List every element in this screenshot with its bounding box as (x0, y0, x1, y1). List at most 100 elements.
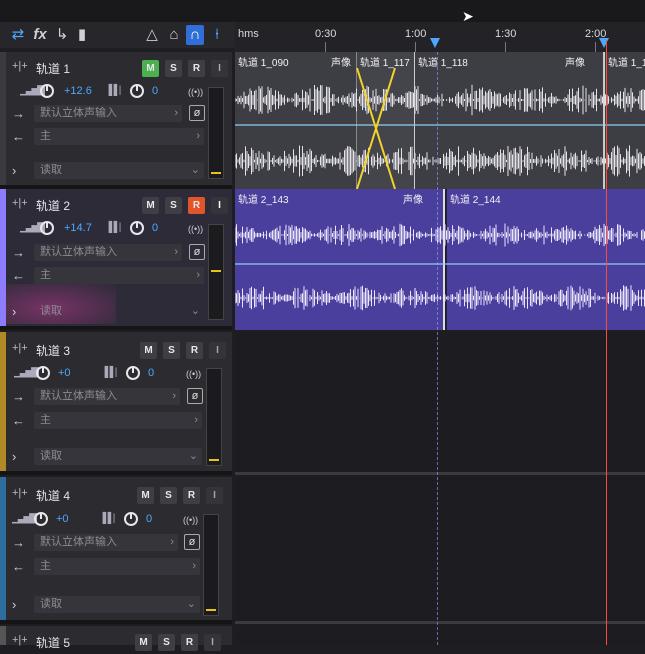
input-select[interactable]: 默认立体声输入 › (34, 244, 182, 261)
phase-invert-icon[interactable]: ø (189, 105, 205, 121)
output-arrow-icon: ← (12, 413, 25, 428)
mute-button[interactable]: M (135, 634, 152, 651)
playhead-line[interactable] (606, 40, 607, 645)
volume-knob[interactable] (40, 221, 54, 235)
track-name[interactable]: 轨道 4 (36, 487, 70, 504)
volume-value[interactable]: +12.6 (64, 85, 92, 97)
level-meter (208, 224, 224, 320)
volume-icon: ▁▃▅▇ (14, 367, 39, 378)
track-lane-5[interactable] (235, 626, 645, 645)
track-header-2[interactable]: +|+ 轨道 2 M S R I ▁▃▅▇ +14.7 |▌▌| 0 ((•))… (0, 189, 232, 330)
output-select[interactable]: 主 › (34, 267, 204, 284)
loop-icon[interactable]: ∩ (186, 25, 204, 45)
mute-button[interactable]: M (142, 197, 159, 214)
automation-select[interactable]: 读取 ⌄ (34, 162, 204, 179)
track-name[interactable]: 轨道 1 (36, 60, 70, 77)
solo-button[interactable]: S (165, 60, 182, 77)
output-select[interactable]: 主 › (34, 558, 200, 575)
expand-chevron-icon[interactable]: › (12, 448, 16, 465)
track-name[interactable]: 轨道 3 (36, 342, 70, 359)
expand-chevron-icon[interactable]: › (12, 303, 16, 320)
solo-button[interactable]: S (158, 634, 175, 651)
output-select[interactable]: 主 › (34, 128, 204, 145)
pan-knob[interactable] (130, 221, 144, 235)
phase-invert-icon[interactable]: ø (184, 534, 200, 550)
input-monitor-button[interactable]: I (204, 634, 221, 651)
expand-chevron-icon[interactable]: › (12, 162, 16, 179)
output-select[interactable]: 主 › (34, 412, 202, 429)
track-name[interactable]: 轨道 5 (36, 634, 70, 651)
swap-icon[interactable]: ⇄ (8, 22, 28, 48)
track-lane-1[interactable]: 轨道 1_090 声像 轨道 1_117 轨道 1_118 声像 轨道 1_1 (235, 52, 645, 189)
clip-separator-line (235, 124, 645, 126)
record-button[interactable]: R (186, 342, 203, 359)
volume-value[interactable]: +0 (56, 513, 69, 525)
waveform-icon: +|+ (12, 342, 28, 354)
pan-icon: |▌▌| (104, 367, 117, 378)
mute-button[interactable]: M (137, 487, 154, 504)
expand-chevron-icon[interactable]: › (12, 596, 16, 613)
track-color-strip (0, 332, 6, 471)
automation-select[interactable]: 读取 ⌄ (34, 303, 204, 320)
loop-start-marker-icon[interactable] (430, 38, 440, 48)
track-header-3[interactable]: +|+ 轨道 3 M S R I ▁▃▅▇ +0 |▌▌| 0 ((•)) → … (0, 332, 232, 475)
volume-value[interactable]: +0 (58, 367, 71, 379)
marker-icon[interactable]: ⍿ (208, 22, 226, 48)
record-button[interactable]: R (188, 197, 205, 214)
mute-button[interactable]: M (142, 60, 159, 77)
track-color-strip (0, 477, 6, 620)
pan-value[interactable]: 0 (152, 85, 158, 97)
timeline-ruler[interactable]: hms 0:30 1:00 1:30 2:00 (235, 22, 645, 53)
waveform-bottom (235, 145, 645, 177)
input-select[interactable]: 默认立体声输入 › (34, 534, 178, 551)
record-button[interactable]: R (183, 487, 200, 504)
pan-knob[interactable] (130, 84, 144, 98)
record-button[interactable]: R (181, 634, 198, 651)
input-monitor-button[interactable]: I (211, 197, 228, 214)
record-button[interactable]: R (188, 60, 205, 77)
solo-button[interactable]: S (163, 342, 180, 359)
solo-button[interactable]: S (160, 487, 177, 504)
waveform-icon: +|+ (12, 197, 28, 209)
waveform-icon: +|+ (12, 487, 28, 499)
track-lane-2[interactable]: 轨道 2_143 声像 轨道 2_144 (235, 189, 645, 330)
input-arrow-icon: → (12, 535, 25, 550)
pan-icon: |▌▌| (108, 222, 121, 233)
pan-knob[interactable] (124, 512, 138, 526)
pan-knob[interactable] (126, 366, 140, 380)
send-icon[interactable]: ↳ (53, 22, 71, 48)
punch-icon[interactable]: ⌂ (165, 22, 183, 48)
track-lane-4[interactable] (235, 477, 645, 624)
phase-invert-icon[interactable]: ø (189, 244, 205, 260)
input-select[interactable]: 默认立体声输入 › (34, 105, 182, 122)
track-name[interactable]: 轨道 2 (36, 197, 70, 214)
volume-value[interactable]: +14.7 (64, 222, 92, 234)
track-header-5[interactable]: +|+ 轨道 5 M S R I (0, 626, 232, 651)
fx-icon[interactable]: fx (30, 22, 50, 48)
metronome-icon[interactable]: △ (143, 22, 161, 48)
bars-icon[interactable]: ▮ (73, 22, 91, 48)
pan-value[interactable]: 0 (148, 367, 154, 379)
input-arrow-icon: → (12, 245, 25, 260)
mute-button[interactable]: M (140, 342, 157, 359)
input-monitor-button[interactable]: I (211, 60, 228, 77)
volume-knob[interactable] (40, 84, 54, 98)
volume-knob[interactable] (36, 366, 50, 380)
phase-invert-icon[interactable]: ø (187, 388, 203, 404)
track-header-4[interactable]: +|+ 轨道 4 M S R I ▁▃▅▇ +0 |▌▌| 0 ((•)) → … (0, 477, 232, 624)
pan-value[interactable]: 0 (146, 513, 152, 525)
solo-button[interactable]: S (165, 197, 182, 214)
pan-value[interactable]: 0 (152, 222, 158, 234)
track-header-1[interactable]: +|+ 轨道 1 M S R I ▁▃▅▇ +12.6 |▌▌| 0 ((•))… (0, 52, 232, 189)
clip-title: 轨道 1_117 (360, 58, 410, 69)
input-monitor-button[interactable]: I (209, 342, 226, 359)
automation-select[interactable]: 读取 ⌄ (34, 596, 200, 613)
automation-select[interactable]: 读取 ⌄ (34, 448, 202, 465)
input-select[interactable]: 默认立体声输入 › (34, 388, 180, 405)
track-lane-3[interactable] (235, 332, 645, 475)
input-monitor-button[interactable]: I (206, 487, 223, 504)
output-arrow-icon: ← (12, 559, 25, 574)
volume-knob[interactable] (34, 512, 48, 526)
playhead-marker-icon[interactable] (599, 38, 609, 48)
input-arrow-icon: → (12, 389, 25, 404)
